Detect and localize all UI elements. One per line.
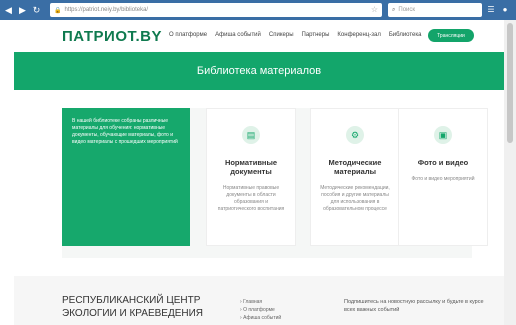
search-icon: ⌕ bbox=[392, 6, 396, 13]
library-cards: В нашей библиотеке собраны различные мат… bbox=[62, 108, 488, 258]
card-normative-docs[interactable]: ▤ Нормативные документы Нормативные прав… bbox=[206, 108, 296, 246]
menu-item-conference[interactable]: Конференц-зал bbox=[337, 32, 380, 38]
card-description: Методические рекомендации, пособия и дру… bbox=[320, 185, 390, 212]
card-description: Фото и видео мероприятий bbox=[411, 176, 475, 182]
footer-link-about[interactable]: › О платформе bbox=[240, 306, 281, 314]
hero-banner: Библиотека материалов bbox=[14, 52, 504, 90]
address-bar[interactable]: 🔒 https://patriot.neiy.by/biblioteka/ ☆ bbox=[50, 3, 382, 17]
card-method-materials[interactable]: ⚙ Методические материалы Методические ре… bbox=[310, 108, 400, 246]
url-text: https://patriot.neiy.by/biblioteka/ bbox=[64, 7, 149, 13]
site-logo[interactable]: ПАТРИОТ.BY bbox=[62, 28, 162, 45]
footer-links: › Главная › О платформе › Афиша событий bbox=[240, 298, 281, 322]
footer-link-events[interactable]: › Афиша событий bbox=[240, 314, 281, 322]
method-icon: ⚙ bbox=[346, 126, 364, 144]
card-title: Нормативные документы bbox=[224, 158, 278, 176]
reload-icon[interactable]: ↻ bbox=[31, 5, 42, 16]
menu-item-partners[interactable]: Партнеры bbox=[302, 32, 330, 38]
card-photo-video[interactable]: ▣ Фото и видео Фото и видео мероприятий bbox=[398, 108, 488, 246]
site-header: ПАТРИОТ.BY О платформе Афиша событий Спи… bbox=[14, 20, 504, 52]
scrollbar-thumb[interactable] bbox=[507, 23, 513, 143]
document-icon: ▤ bbox=[242, 126, 260, 144]
search-placeholder: Поиск bbox=[398, 7, 416, 13]
web-page: ПАТРИОТ.BY О платформе Афиша событий Спи… bbox=[14, 20, 504, 325]
footer: РЕСПУБЛИКАНСКИЙ ЦЕНТР ЭКОЛОГИИ И КРАЕВЕД… bbox=[14, 276, 504, 325]
bookmark-icon[interactable]: ☆ bbox=[371, 5, 378, 14]
card-title: Фото и видео bbox=[417, 158, 469, 167]
back-icon[interactable]: ◀ bbox=[3, 5, 14, 16]
scrollbar[interactable] bbox=[504, 20, 516, 325]
menu-item-events[interactable]: Афиша событий bbox=[215, 32, 261, 38]
subscribe-text: Подпишитесь на новостную рассылку и будь… bbox=[344, 299, 484, 313]
main-menu: О платформе Афиша событий Спикеры Партне… bbox=[169, 32, 429, 38]
intro-text: В нашей библиотеке собраны различные мат… bbox=[72, 118, 178, 145]
photo-icon: ▣ bbox=[434, 126, 452, 144]
intro-card: В нашей библиотеке собраны различные мат… bbox=[62, 108, 190, 246]
menu-item-library[interactable]: Библиотека bbox=[389, 32, 422, 38]
card-title: Методические материалы bbox=[328, 158, 382, 176]
menu-item-about[interactable]: О платформе bbox=[169, 32, 207, 38]
card-description: Нормативные правовые документы в области… bbox=[217, 185, 285, 212]
forward-icon[interactable]: ▶ bbox=[17, 5, 28, 16]
menu-item-speakers[interactable]: Спикеры bbox=[269, 32, 294, 38]
page-title: Библиотека материалов bbox=[196, 65, 322, 77]
footer-link-home[interactable]: › Главная bbox=[240, 298, 281, 306]
menu-icon[interactable]: ☰ bbox=[486, 5, 496, 15]
footer-title: РЕСПУБЛИКАНСКИЙ ЦЕНТР ЭКОЛОГИИ И КРАЕВЕД… bbox=[62, 295, 204, 319]
extension-icon[interactable]: ● bbox=[500, 5, 510, 15]
search-input[interactable]: ⌕ Поиск bbox=[388, 3, 482, 17]
lock-icon: 🔒 bbox=[54, 7, 62, 14]
broadcast-button[interactable]: Трансляции bbox=[428, 29, 474, 42]
